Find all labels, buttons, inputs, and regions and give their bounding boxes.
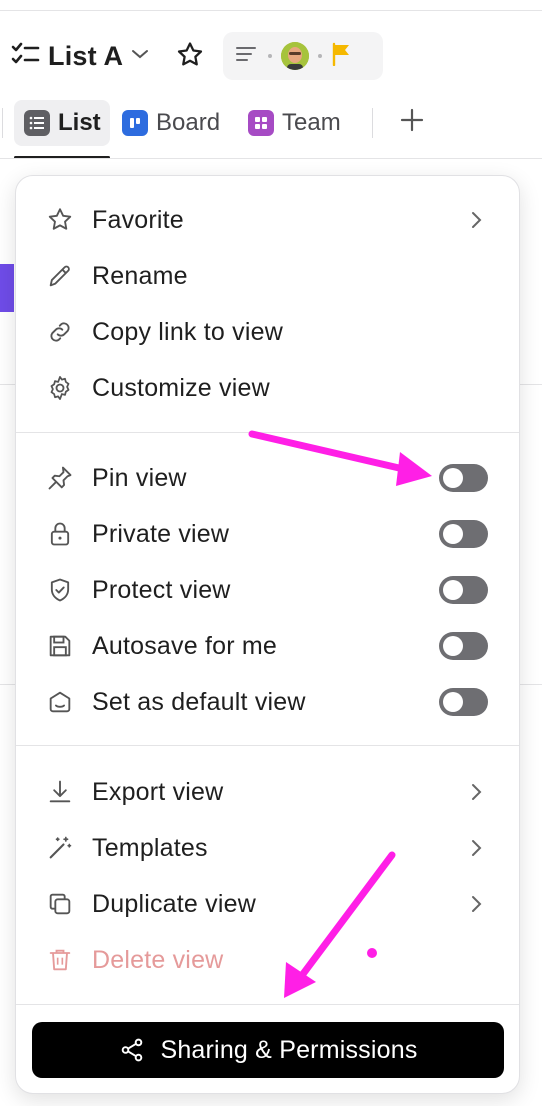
tab-team-label: Team: [282, 109, 341, 136]
menu-item-label: Delete view: [92, 945, 224, 974]
menu-item-label: Set as default view: [92, 687, 306, 716]
protect-view-toggle[interactable]: [439, 576, 488, 604]
list-title-button[interactable]: List A: [10, 38, 149, 74]
menu-item-label: Pin view: [92, 463, 187, 492]
add-view-button[interactable]: [396, 106, 428, 138]
menu-item-label: Autosave for me: [92, 631, 278, 660]
menu-item-label: Favorite: [92, 205, 184, 234]
plus-icon: [399, 107, 425, 138]
menu-item-label: Private view: [92, 519, 230, 548]
menu-item-label: Protect view: [92, 575, 231, 604]
separator-dot: [268, 54, 272, 58]
view-options-menu: Favorite Rename Copy link to view Custom…: [15, 175, 520, 1094]
tab-board-label: Board: [156, 109, 221, 136]
chevron-right-icon: [464, 780, 488, 804]
download-icon: [44, 776, 76, 808]
toggle-knob: [443, 468, 463, 488]
menu-item-default-view[interactable]: Set as default view: [16, 676, 519, 728]
toggle-knob: [443, 580, 463, 600]
sharing-permissions-button[interactable]: Sharing & Permissions: [32, 1022, 504, 1078]
menu-item-label: Duplicate view: [92, 889, 256, 918]
board-icon: [122, 110, 148, 136]
share-icon: [118, 1036, 146, 1064]
menu-item-templates[interactable]: Templates: [16, 822, 519, 874]
top-divider: [0, 10, 542, 11]
chevron-right-icon: [464, 836, 488, 860]
magic-wand-icon: [44, 832, 76, 864]
menu-item-protect-view[interactable]: Protect view: [16, 564, 519, 616]
tab-separator: [372, 108, 373, 138]
separator-dot: [318, 54, 322, 58]
menu-item-pin-view[interactable]: Pin view: [16, 452, 519, 504]
pin-icon: [44, 462, 76, 494]
menu-item-favorite[interactable]: Favorite: [16, 194, 519, 246]
view-tabs: List Board Team: [0, 96, 542, 159]
private-view-toggle[interactable]: [439, 520, 488, 548]
menu-item-delete-view[interactable]: Delete view: [16, 934, 519, 986]
chevron-right-icon: [464, 892, 488, 916]
tab-list[interactable]: List: [14, 100, 110, 146]
toggle-knob: [443, 692, 463, 712]
menu-divider: [16, 432, 519, 433]
menu-item-customize-view[interactable]: Customize view: [16, 362, 519, 414]
menu-item-autosave[interactable]: Autosave for me: [16, 620, 519, 672]
default-view-toggle[interactable]: [439, 688, 488, 716]
trash-icon: [44, 944, 76, 976]
team-icon: [248, 110, 274, 136]
tab-separator: [2, 108, 3, 138]
description-icon: [235, 44, 259, 69]
chevron-right-icon: [464, 208, 488, 232]
menu-item-rename[interactable]: Rename: [16, 250, 519, 302]
list-meta-pill[interactable]: [223, 32, 383, 80]
menu-item-label: Copy link to view: [92, 317, 283, 346]
tabs-divider: [0, 158, 542, 159]
pin-view-toggle[interactable]: [439, 464, 488, 492]
menu-item-private-view[interactable]: Private view: [16, 508, 519, 560]
avatar[interactable]: [281, 42, 309, 70]
tab-team[interactable]: Team: [248, 100, 341, 146]
menu-item-label: Export view: [92, 777, 224, 806]
link-icon: [44, 316, 76, 348]
pencil-icon: [44, 260, 76, 292]
favorite-star-button[interactable]: [172, 40, 208, 74]
list-icon: [24, 110, 50, 136]
menu-divider: [16, 1004, 519, 1005]
star-icon: [175, 40, 205, 75]
gear-icon: [44, 372, 76, 404]
tab-board[interactable]: Board: [122, 100, 220, 146]
star-icon: [44, 204, 76, 236]
flag-icon[interactable]: [331, 42, 353, 71]
shield-icon: [44, 574, 76, 606]
default-view-icon: [44, 686, 76, 718]
duplicate-icon: [44, 888, 76, 920]
menu-item-copy-link[interactable]: Copy link to view: [16, 306, 519, 358]
menu-item-label: Templates: [92, 833, 208, 862]
tab-list-label: List: [58, 109, 101, 136]
menu-item-label: Rename: [92, 261, 188, 290]
menu-item-duplicate-view[interactable]: Duplicate view: [16, 878, 519, 930]
save-icon: [44, 630, 76, 662]
menu-item-label: Customize view: [92, 373, 270, 402]
view-header: List A: [0, 30, 542, 82]
background-group-badge: [0, 264, 14, 312]
menu-item-export-view[interactable]: Export view: [16, 766, 519, 818]
chevron-down-icon: [131, 47, 149, 65]
autosave-toggle[interactable]: [439, 632, 488, 660]
toggle-knob: [443, 524, 463, 544]
lock-icon: [44, 518, 76, 550]
sharing-permissions-label: Sharing & Permissions: [160, 1035, 418, 1064]
list-title: List A: [48, 40, 124, 71]
checklist-icon: [10, 40, 40, 73]
toggle-knob: [443, 636, 463, 656]
menu-divider: [16, 745, 519, 746]
